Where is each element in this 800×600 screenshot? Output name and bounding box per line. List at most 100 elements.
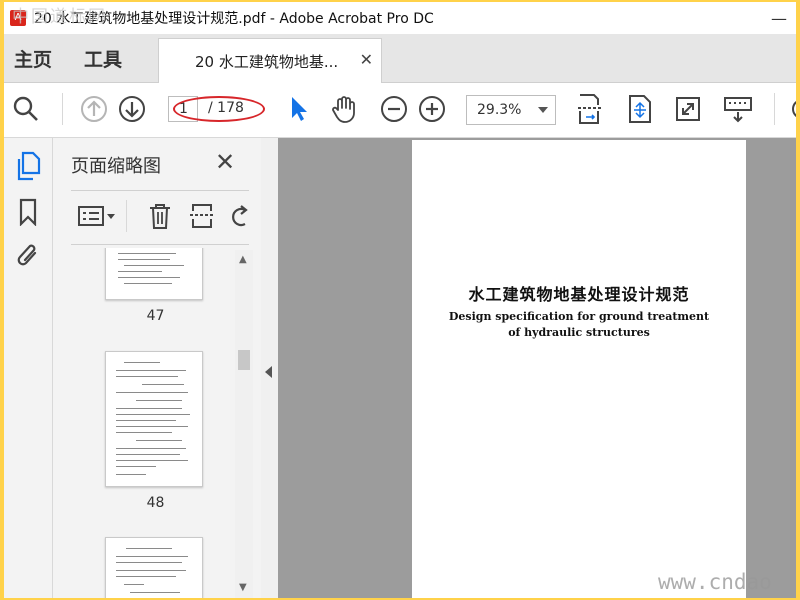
thumb-text-line: [116, 454, 180, 455]
pages-icon: [17, 151, 41, 181]
bookmarks-rail-button[interactable]: [12, 196, 44, 228]
thumb-text-line: [116, 376, 178, 377]
toolbar-separator: [774, 93, 775, 125]
more-tools-button[interactable]: [780, 91, 796, 127]
full-screen-button[interactable]: [670, 91, 706, 127]
bookmark-icon: [19, 198, 37, 226]
search-icon: [13, 96, 38, 121]
thumb-text-line: [116, 370, 186, 371]
hand-tool-button[interactable]: [326, 91, 362, 127]
arrow-up-circle-icon: [81, 96, 107, 122]
keyboard-down-icon: [724, 97, 752, 123]
thumb-text-line: [116, 432, 172, 433]
thumbnail-options-button[interactable]: [75, 198, 119, 234]
attachments-rail-button[interactable]: [12, 240, 44, 272]
chevron-down-icon: [538, 107, 548, 113]
next-page-button[interactable]: [114, 91, 150, 127]
search-button[interactable]: [8, 91, 44, 127]
thumb-text-line: [116, 414, 190, 415]
scroll-down-icon[interactable]: ▼: [239, 582, 247, 593]
panel-divider: [71, 244, 249, 245]
delete-page-button[interactable]: [145, 198, 175, 234]
thumbnail-label: 48: [146, 495, 165, 511]
document-title-cn: 水工建筑物地基处理设计规范: [468, 285, 690, 304]
insert-page-button[interactable]: [187, 198, 217, 234]
zoom-select[interactable]: 29.3%: [466, 95, 556, 125]
cursor-arrow-icon: [292, 97, 307, 121]
thumbnail-page-48[interactable]: [105, 351, 203, 487]
red-highlight-ellipse: [173, 96, 265, 122]
read-mode-button[interactable]: [720, 91, 756, 127]
thumb-text-line: [116, 576, 176, 577]
watermark-bottom: www.cndao: [658, 570, 772, 594]
thumb-text-line: [116, 448, 186, 449]
thumb-text-line: [116, 392, 188, 393]
paperclip-icon: [17, 244, 37, 266]
tab-tools[interactable]: 工具: [84, 45, 122, 72]
thumb-text-line: [116, 408, 182, 409]
panel-title: 页面缩略图: [71, 156, 161, 177]
scroll-up-icon[interactable]: ▲: [239, 254, 247, 265]
thumb-text-line: [116, 570, 186, 571]
panel-close-button[interactable]: ✕: [215, 148, 235, 176]
panel-tool-separator: [126, 200, 127, 232]
thumb-text-line: [116, 556, 188, 557]
page-thumbnails-rail-button[interactable]: [12, 150, 44, 182]
toolbar-separator: [62, 93, 63, 125]
thumb-text-line: [136, 440, 182, 441]
tab-home[interactable]: 主页: [14, 45, 52, 72]
page-fit-button[interactable]: [572, 91, 608, 127]
thumbnail-scrollbar[interactable]: ▲ ▼: [235, 250, 253, 598]
scrollbar-thumb[interactable]: [238, 350, 250, 370]
thumb-text-line: [124, 283, 172, 284]
thumbnail-label: 47: [146, 308, 165, 324]
tab-document[interactable]: 20 水工建筑物地基... ✕: [158, 38, 382, 83]
thumb-text-line: [116, 420, 176, 421]
watermark-top: 中国道标网: [12, 7, 107, 27]
select-tool-button[interactable]: [280, 91, 316, 127]
document-title-en-line1: Design specification for ground treatmen…: [448, 310, 710, 323]
thumb-text-line: [124, 265, 184, 266]
title-bar: A 20 水工建筑物地基处理设计规范.pdf - Adobe Acrobat P…: [4, 2, 796, 34]
document-page: 水工建筑物地基处理设计规范 Design specification for g…: [412, 140, 746, 598]
thumbnail-page-47[interactable]: [105, 248, 203, 300]
page-arrows-icon: [629, 95, 651, 123]
tab-close-button[interactable]: ✕: [360, 50, 373, 69]
tab-document-label: 20 水工建筑物地基...: [195, 53, 339, 71]
zoom-out-button[interactable]: [376, 91, 412, 127]
thumb-text-line: [116, 474, 146, 475]
panel-divider: [71, 190, 249, 191]
thumb-text-line: [118, 271, 162, 272]
thumb-text-line: [124, 584, 144, 585]
rotate-icon: [232, 205, 248, 227]
thumbnail-page-49[interactable]: [105, 537, 203, 598]
thumb-text-line: [118, 253, 176, 254]
thumb-text-line: [116, 466, 156, 467]
zoom-in-button[interactable]: [414, 91, 450, 127]
partial-icon: [792, 101, 796, 117]
minimize-button[interactable]: —: [762, 2, 796, 34]
document-view[interactable]: 水工建筑物地基处理设计规范 Design specification for g…: [278, 138, 796, 598]
zoom-in-icon: [419, 96, 445, 122]
list-options-icon: [78, 206, 115, 226]
rotate-page-button[interactable]: [227, 198, 251, 234]
window-controls: —: [762, 2, 796, 34]
panel-collapse-strip[interactable]: [261, 138, 278, 598]
thumb-text-line: [130, 592, 180, 593]
thumb-text-line: [116, 562, 182, 563]
thumb-text-line: [116, 460, 188, 461]
collapse-left-icon[interactable]: [265, 366, 272, 378]
split-page-icon: [190, 204, 214, 228]
left-icon-rail: [4, 138, 53, 598]
thumb-text-line: [126, 548, 172, 549]
previous-page-button[interactable]: [76, 91, 112, 127]
tab-bar: 主页 工具 20 水工建筑物地基... ✕: [4, 34, 796, 83]
zoom-value: 29.3%: [477, 102, 522, 118]
trash-icon: [150, 204, 170, 229]
thumb-text-line: [116, 426, 188, 427]
expand-icon: [676, 97, 700, 121]
rotate-view-button[interactable]: [622, 91, 658, 127]
thumb-text-line: [136, 400, 182, 401]
thumb-text-line: [142, 384, 184, 385]
arrow-down-circle-icon: [119, 96, 145, 122]
